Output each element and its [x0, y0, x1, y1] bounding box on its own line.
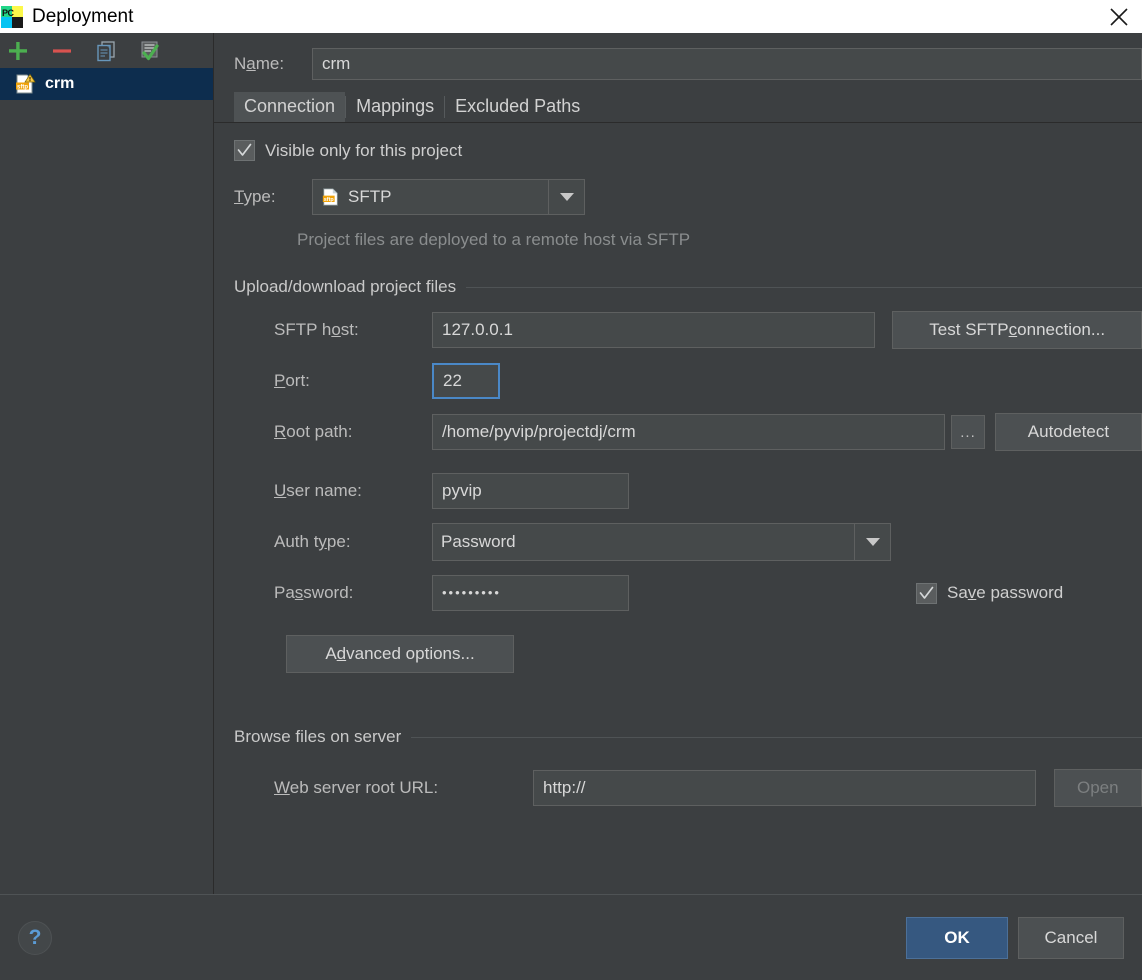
- sidebar-item-crm[interactable]: sftp crm: [0, 68, 213, 100]
- check-icon: [237, 143, 252, 156]
- type-label: Type:: [234, 187, 276, 206]
- upload-group-title: Upload/download project files: [234, 277, 457, 296]
- web-url-row: Web server root URL: http:// Open: [274, 769, 1142, 807]
- name-row: Name: crm: [214, 42, 1142, 86]
- ok-button[interactable]: OK: [906, 916, 1008, 959]
- auth-type-label: Auth type:: [274, 532, 351, 551]
- tab-mappings[interactable]: Mappings: [346, 92, 444, 122]
- tab-underline: [214, 122, 1142, 123]
- check-icon: [919, 586, 934, 599]
- test-sftp-connection-button[interactable]: Test SFTP c onnection...: [892, 311, 1142, 349]
- footer-actions: OK Cancel: [906, 916, 1124, 959]
- password-input[interactable]: •••••••••: [432, 575, 629, 611]
- save-password-checkbox[interactable]: [916, 582, 937, 604]
- user-name-row: User name: pyvip: [274, 473, 1142, 509]
- sftp-server-icon: sftp: [14, 73, 36, 95]
- root-path-row: Root path: /home/pyvip/projectdj/crm ...…: [274, 413, 1142, 451]
- server-list: sftp crm: [0, 68, 213, 100]
- user-name-label: User name:: [274, 481, 362, 500]
- sftp-file-icon: sftp: [321, 187, 341, 207]
- type-value: SFTP: [348, 187, 392, 206]
- web-url-input[interactable]: http://: [533, 770, 1036, 806]
- type-row: Type: sftp SFTP: [234, 179, 1142, 215]
- checkmark-list-icon[interactable]: [132, 35, 168, 67]
- group-divider: [411, 736, 1142, 738]
- svg-text:sftp: sftp: [324, 197, 335, 203]
- password-label: Password:: [274, 583, 354, 602]
- advanced-options-row: Ad vanced options...: [286, 635, 1142, 673]
- connection-settings-panel: Name: crm Connection Mappings Excluded P…: [214, 33, 1142, 894]
- copy-icon[interactable]: [88, 35, 124, 67]
- add-server-button[interactable]: [0, 35, 36, 67]
- window-title: Deployment: [32, 5, 134, 27]
- browse-group-header: Browse files on server: [234, 727, 1142, 747]
- advanced-options-button[interactable]: Ad vanced options...: [286, 635, 514, 673]
- name-input[interactable]: crm: [312, 48, 1142, 80]
- title-bar: PC Deployment: [0, 0, 1142, 33]
- root-path-input[interactable]: /home/pyvip/projectdj/crm: [432, 414, 946, 450]
- password-row: Password: ••••••••• Save password: [274, 575, 1142, 611]
- chevron-down-icon[interactable]: [548, 180, 584, 214]
- visible-only-row: Visible only for this project: [234, 140, 1142, 161]
- browse-root-path-button[interactable]: ...: [951, 415, 985, 449]
- name-label: Name:: [234, 54, 285, 73]
- server-list-toolbar: [0, 33, 213, 68]
- remove-server-button[interactable]: [44, 35, 80, 67]
- dialog-body: sftp crm Name: crm Connection Mappings E…: [0, 33, 1142, 894]
- sftp-host-label: SFTP host:: [274, 320, 359, 339]
- auth-type-value: Password: [441, 532, 516, 551]
- connection-form: Visible only for this project Type: sftp: [214, 140, 1142, 807]
- upload-group-header: Upload/download project files: [234, 277, 1142, 297]
- sftp-host-row: SFTP host: 127.0.0.1 Test SFTP c onnectio…: [274, 311, 1142, 349]
- tab-connection[interactable]: Connection: [234, 92, 346, 122]
- server-list-panel: sftp crm: [0, 33, 214, 894]
- auth-type-dropdown[interactable]: Password: [432, 523, 891, 561]
- sftp-host-input[interactable]: 127.0.0.1: [432, 312, 876, 348]
- visible-only-checkbox[interactable]: [234, 140, 255, 161]
- chevron-down-icon[interactable]: [854, 524, 890, 560]
- user-name-input[interactable]: pyvip: [432, 473, 629, 509]
- svg-text:sftp: sftp: [17, 84, 28, 90]
- dialog-footer: ? OK Cancel: [0, 894, 1142, 980]
- save-password-label: Save password: [947, 583, 1064, 602]
- browse-group-title: Browse files on server: [234, 727, 402, 746]
- help-question-icon[interactable]: ?: [18, 920, 52, 955]
- port-label: Port:: [274, 371, 310, 390]
- port-row: Port: 22: [274, 363, 1142, 399]
- settings-tabs: Connection Mappings Excluded Paths: [234, 92, 1142, 122]
- close-icon[interactable]: [1096, 0, 1142, 33]
- visible-only-label: Visible only for this project: [265, 140, 463, 160]
- autodetect-button[interactable]: Autodetect: [994, 413, 1142, 451]
- deployment-dialog: PC Deployment sftp crm Name: crm Connect…: [0, 0, 1142, 980]
- root-path-label: Root path:: [274, 422, 353, 441]
- open-url-button[interactable]: Open: [1053, 769, 1142, 807]
- pycharm-logo-icon: PC: [1, 5, 23, 28]
- tab-excluded-paths[interactable]: Excluded Paths: [445, 92, 590, 122]
- port-input[interactable]: 22: [432, 363, 500, 399]
- group-divider: [466, 286, 1142, 288]
- auth-type-row: Auth type: Password: [274, 523, 1142, 561]
- cancel-button[interactable]: Cancel: [1018, 916, 1124, 959]
- type-dropdown[interactable]: sftp SFTP: [312, 179, 585, 215]
- sidebar-item-label: crm: [45, 75, 75, 92]
- type-hint: Project files are deployed to a remote h…: [297, 230, 691, 249]
- web-url-label: Web server root URL:: [274, 778, 439, 797]
